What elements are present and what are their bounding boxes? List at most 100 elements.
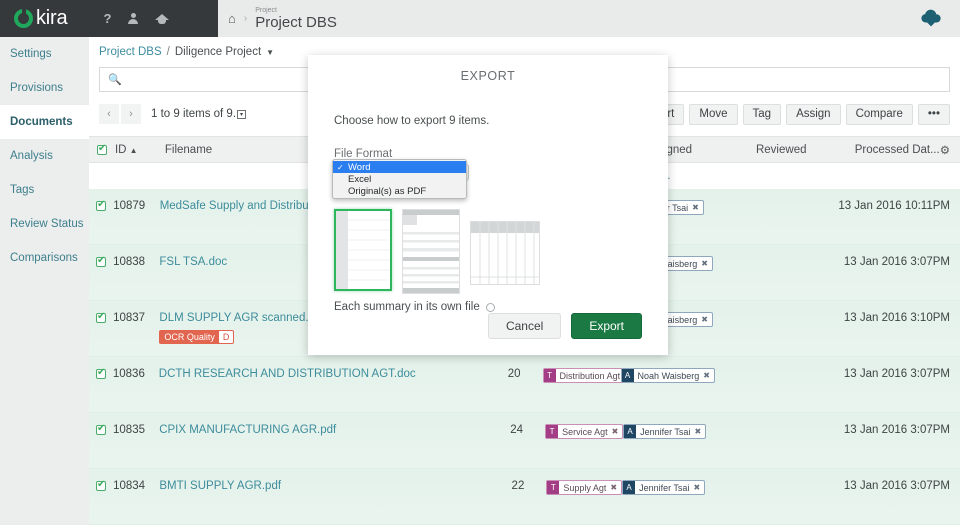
remove-tag-icon[interactable]: ✖	[610, 483, 621, 492]
sidebar-item-comparisons[interactable]: Comparisons	[0, 241, 89, 275]
row-filename-link[interactable]: CPIX MANUFACTURING AGR.pdf	[159, 424, 336, 436]
pagination-prev-button[interactable]: ‹	[99, 104, 119, 124]
home-icon[interactable]: ⌂	[228, 11, 236, 26]
ocr-quality-badge: OCR QualityD	[159, 330, 234, 344]
sidebar-item-tags[interactable]: Tags	[0, 173, 89, 207]
remove-assignee-icon[interactable]: ✖	[692, 203, 703, 212]
assignee-pill[interactable]: A Noah Waisberg ✖	[621, 368, 715, 383]
pagination: ‹ › 1 to 9 items of 9.▾	[99, 104, 246, 124]
more-options-button[interactable]: •••	[918, 104, 950, 125]
file-format-option-word[interactable]: ✓ Word	[333, 161, 466, 173]
remove-assignee-icon[interactable]: ✖	[693, 483, 704, 492]
column-header-processed-date[interactable]: Processed Dat...	[848, 144, 940, 156]
row-checkbox[interactable]	[89, 256, 113, 267]
help-icon[interactable]: ?	[103, 12, 111, 25]
own-file-checkbox-row[interactable]: Each summary in its own file	[334, 301, 642, 313]
row-id: 10835	[113, 424, 159, 436]
row-filename-link[interactable]: DLM SUPPLY AGR scanned.PD	[159, 312, 324, 324]
row-processed-date: 13 Jan 2016 3:07PM	[799, 424, 960, 436]
tag-marker-icon: T	[546, 425, 558, 438]
modal-buttons: Cancel Export	[488, 313, 642, 339]
row-processed-date: 13 Jan 2016 3:07PM	[798, 256, 960, 268]
file-format-option-pdf[interactable]: Original(s) as PDF	[333, 185, 466, 197]
tag-name: Service Agt	[558, 427, 612, 437]
row-checkbox[interactable]	[89, 424, 113, 435]
file-format-option-excel[interactable]: Excel	[333, 173, 466, 185]
row-filename[interactable]: CPIX MANUFACTURING AGR.pdf	[159, 424, 464, 436]
checkbox-icon	[97, 145, 107, 155]
sidebar-item-review-status[interactable]: Review Status	[0, 207, 89, 241]
kira-logo-icon	[14, 9, 33, 28]
row-checkbox[interactable]	[89, 368, 113, 379]
column-header-assigned[interactable]: signed	[658, 144, 756, 156]
remove-assignee-icon[interactable]: ✖	[703, 371, 714, 380]
assignee-pill[interactable]: A Jennifer Tsai ✖	[623, 424, 706, 439]
breadcrumb-project-link[interactable]: Project DBS	[99, 46, 162, 58]
assignee-marker-icon: A	[623, 481, 635, 494]
row-filename[interactable]: BMTI SUPPLY AGR.pdf	[159, 480, 465, 492]
layout-thumb-grid-table-icon	[471, 222, 539, 284]
pagination-expand-icon[interactable]: ▾	[237, 110, 246, 119]
app-root: kira ? ⌂ › Project Project DBS Settings …	[0, 0, 960, 525]
summary-layout-option-3[interactable]	[470, 221, 540, 285]
row-filename[interactable]: DCTH RESEARCH AND DISTRIBUTION AGT.doc	[159, 368, 462, 380]
top-bar-dark-section: kira ?	[0, 0, 218, 37]
table-row[interactable]: 10835 CPIX MANUFACTURING AGR.pdf 24 T Se…	[89, 413, 960, 469]
column-header-id[interactable]: ID ▲	[115, 144, 165, 156]
file-format-option-label: Original(s) as PDF	[348, 186, 426, 197]
remove-assignee-icon[interactable]: ✖	[694, 427, 705, 436]
row-checkbox[interactable]	[89, 200, 113, 211]
row-filename-link[interactable]: MedSafe Supply and Distributi	[160, 200, 315, 212]
chevron-down-icon[interactable]: ▼	[266, 48, 274, 57]
summary-layout-option-1[interactable]	[334, 209, 392, 291]
file-format-option-label: Excel	[348, 174, 371, 185]
select-all-checkbox[interactable]	[89, 145, 115, 155]
tag-button[interactable]: Tag	[743, 104, 782, 125]
sidebar-item-label: Provisions	[10, 82, 63, 94]
assignee-pill[interactable]: A Jennifer Tsai ✖	[622, 480, 705, 495]
sidebar-item-provisions[interactable]: Provisions	[0, 71, 89, 105]
table-row[interactable]: 10836 DCTH RESEARCH AND DISTRIBUTION AGT…	[89, 357, 960, 413]
compare-button[interactable]: Compare	[846, 104, 913, 125]
remove-assignee-icon[interactable]: ✖	[701, 315, 712, 324]
top-breadcrumb-project[interactable]: Project Project DBS	[255, 7, 337, 30]
row-filename-link[interactable]: FSL TSA.doc	[159, 256, 227, 268]
brand-logo[interactable]: kira	[14, 7, 67, 30]
move-button[interactable]: Move	[689, 104, 737, 125]
assign-button[interactable]: Assign	[786, 104, 841, 125]
row-tags: T Service Agt ✖	[523, 424, 623, 439]
sidebar-item-analysis[interactable]: Analysis	[0, 139, 89, 173]
tag-pill[interactable]: T Supply Agt ✖	[546, 480, 622, 495]
row-filename-link[interactable]: BMTI SUPPLY AGR.pdf	[159, 480, 281, 492]
column-settings-gear-icon[interactable]: ⚙	[940, 143, 960, 157]
graduation-cap-icon[interactable]	[155, 14, 169, 24]
row-id: 10834	[113, 480, 159, 492]
row-checkbox[interactable]	[89, 480, 113, 491]
row-filename-link[interactable]: DCTH RESEARCH AND DISTRIBUTION AGT.doc	[159, 368, 416, 380]
breadcrumb-current[interactable]: Diligence Project	[175, 46, 261, 58]
own-file-checkbox[interactable]	[486, 303, 495, 312]
download-cloud-icon[interactable]	[920, 9, 942, 27]
row-id: 10879	[113, 200, 160, 212]
table-row[interactable]: 10834 BMTI SUPPLY AGR.pdf 22 T Supply Ag…	[89, 469, 960, 525]
export-confirm-button[interactable]: Export	[571, 313, 642, 339]
remove-assignee-icon[interactable]: ✖	[701, 259, 712, 268]
user-icon[interactable]	[128, 13, 138, 24]
cancel-button[interactable]: Cancel	[488, 313, 561, 339]
sidebar-item-documents[interactable]: Documents	[0, 105, 89, 139]
row-assignee: A Jennifer Tsai ✖	[622, 480, 713, 495]
search-icon: 🔍	[108, 73, 122, 86]
sidebar-item-settings[interactable]: Settings	[0, 37, 89, 71]
summary-layout-option-2[interactable]	[402, 209, 460, 294]
checkbox-icon	[96, 313, 106, 323]
tag-marker-icon: T	[544, 369, 556, 382]
file-format-dropdown[interactable]: ✓ Word Excel Original(s) as PDF	[332, 159, 467, 199]
column-header-reviewed[interactable]: Reviewed	[756, 144, 848, 156]
checkbox-icon	[96, 481, 106, 491]
remove-tag-icon[interactable]: ✖	[612, 427, 623, 436]
row-checkbox[interactable]	[89, 312, 113, 323]
tag-pill[interactable]: T Service Agt ✖	[545, 424, 623, 439]
modal-body: Choose how to export 9 items. File Forma…	[308, 115, 668, 313]
breadcrumb-slash: /	[167, 46, 170, 58]
pagination-next-button[interactable]: ›	[121, 104, 141, 124]
